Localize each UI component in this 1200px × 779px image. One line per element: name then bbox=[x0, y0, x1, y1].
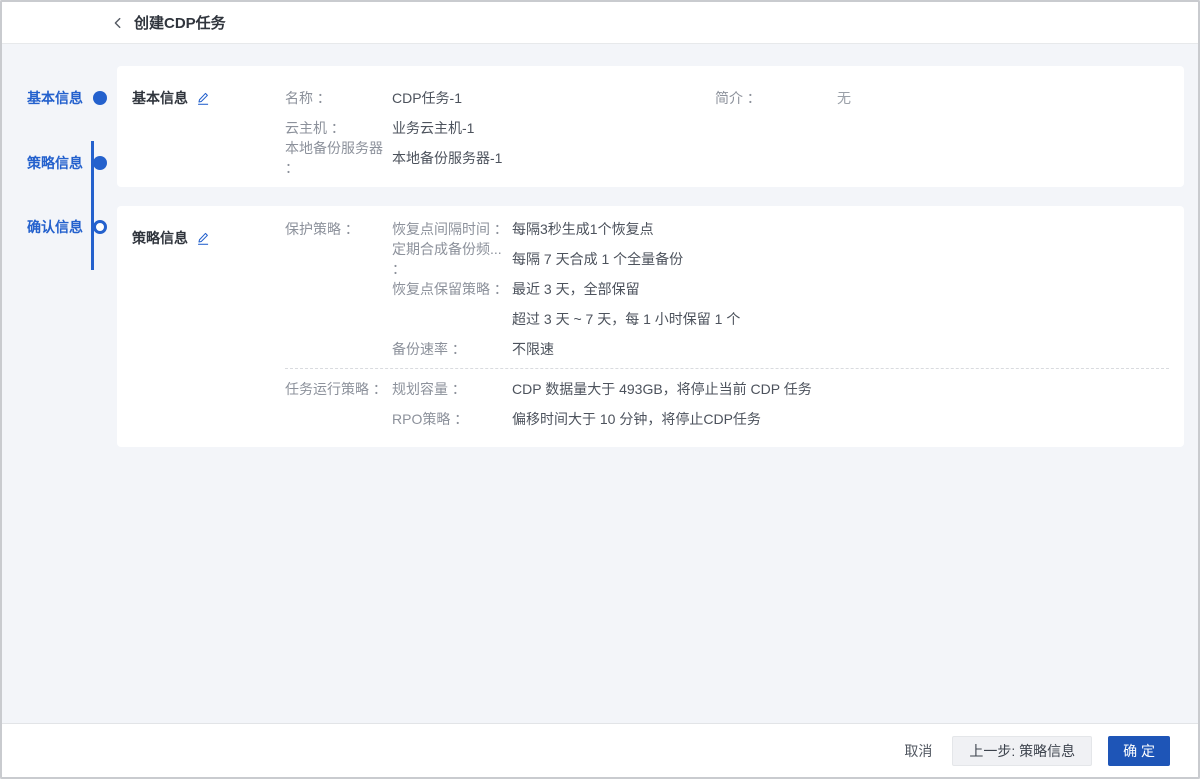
field-value: 每隔 7 天合成 1 个全量备份 bbox=[512, 249, 683, 269]
run-policy-group-label: 任务运行策略 ： bbox=[285, 374, 387, 404]
step-label: 策略信息 bbox=[27, 153, 85, 173]
field-row: 简介 ： 无 bbox=[715, 83, 851, 113]
footer-action-bar: 取消 上一步: 策略信息 确 定 bbox=[2, 723, 1198, 777]
field-row: 恢复点保留策略 ： 最近 3 天，全部保留 bbox=[392, 274, 1169, 304]
field-value: CDP 数据量大于 493GB，将停止当前 CDP 任务 bbox=[512, 379, 812, 399]
edit-basic-info-icon[interactable] bbox=[196, 91, 210, 106]
basic-info-card: 基本信息 名称 ： CDP任务-1 云主机 ： 业务云主机-1 本地备份服务器 … bbox=[117, 66, 1184, 187]
protect-policy-rows: 恢复点间隔时间 ： 每隔3秒生成1个恢复点 定期合成备份频... ： 每隔 7 … bbox=[392, 214, 1169, 364]
cancel-button[interactable]: 取消 bbox=[900, 736, 936, 766]
back-icon[interactable] bbox=[108, 13, 128, 33]
field-value: 不限速 bbox=[512, 339, 554, 359]
field-row: 备份速率 ： 不限速 bbox=[392, 334, 1169, 364]
field-label: 名称 ： bbox=[285, 88, 392, 108]
section-divider bbox=[285, 368, 1169, 369]
field-value: 偏移时间大于 10 分钟，将停止CDP任务 bbox=[512, 409, 761, 429]
basic-info-fields: 名称 ： CDP任务-1 云主机 ： 业务云主机-1 本地备份服务器 ： 本地备… bbox=[285, 83, 502, 173]
field-label: RPO策略 ： bbox=[392, 409, 512, 429]
field-label: 恢复点保留策略 ： bbox=[392, 279, 512, 299]
step-label: 确认信息 bbox=[27, 217, 85, 237]
field-value: 超过 3 天 ~ 7 天，每 1 小时保留 1 个 bbox=[512, 309, 740, 329]
wizard-stepper: 基本信息 策略信息 确认信息 bbox=[2, 45, 112, 345]
basic-card-title: 基本信息 bbox=[132, 88, 188, 108]
create-cdp-task-page: 创建CDP任务 基本信息 策略信息 确认信息 基本信息 名称 ： CDP任务- bbox=[0, 0, 1200, 779]
step-dot-filled-icon bbox=[93, 91, 107, 105]
field-value: 最近 3 天，全部保留 bbox=[512, 279, 640, 299]
run-policy-rows: 规划容量 ： CDP 数据量大于 493GB，将停止当前 CDP 任务 RPO策… bbox=[392, 374, 1169, 434]
step-dot-open-icon bbox=[93, 220, 107, 234]
previous-step-button[interactable]: 上一步: 策略信息 bbox=[952, 736, 1092, 766]
step-dot-filled-icon bbox=[93, 156, 107, 170]
step-label: 基本信息 bbox=[27, 88, 85, 108]
protect-policy-group-label: 保护策略 ： bbox=[285, 214, 359, 244]
field-label: 简介 ： bbox=[715, 88, 837, 108]
field-value: 本地备份服务器-1 bbox=[392, 148, 502, 168]
field-label: 恢复点间隔时间 ： bbox=[392, 219, 512, 239]
policy-card-title: 策略信息 bbox=[132, 228, 188, 248]
step-policy-info[interactable]: 策略信息 bbox=[27, 148, 107, 178]
field-value: 每隔3秒生成1个恢复点 bbox=[512, 219, 654, 239]
confirm-button[interactable]: 确 定 bbox=[1108, 736, 1170, 766]
field-row: 规划容量 ： CDP 数据量大于 493GB，将停止当前 CDP 任务 bbox=[392, 374, 1169, 404]
page-header: 创建CDP任务 bbox=[2, 2, 1198, 44]
field-label: 规划容量 ： bbox=[392, 379, 512, 399]
field-row: 名称 ： CDP任务-1 bbox=[285, 83, 502, 113]
field-value: 业务云主机-1 bbox=[392, 118, 474, 138]
step-confirm-info[interactable]: 确认信息 bbox=[27, 212, 107, 242]
field-row: 超过 3 天 ~ 7 天，每 1 小时保留 1 个 bbox=[392, 304, 1169, 334]
step-basic-info[interactable]: 基本信息 bbox=[27, 83, 107, 113]
field-label: 云主机 ： bbox=[285, 118, 392, 138]
field-value: CDP任务-1 bbox=[392, 88, 462, 108]
field-row: 本地备份服务器 ： 本地备份服务器-1 bbox=[285, 143, 502, 173]
policy-info-card: 策略信息 保护策略 ： 恢复点间隔时间 ： 每隔3秒生成1个恢复点 定期合成备份… bbox=[117, 206, 1184, 447]
field-value: 无 bbox=[837, 88, 851, 108]
basic-info-side-field: 简介 ： 无 bbox=[715, 83, 851, 113]
field-row: RPO策略 ： 偏移时间大于 10 分钟，将停止CDP任务 bbox=[392, 404, 1169, 434]
field-label: 定期合成备份频... ： bbox=[392, 239, 512, 279]
page-title: 创建CDP任务 bbox=[134, 12, 226, 33]
edit-policy-info-icon[interactable] bbox=[196, 231, 210, 246]
field-label: 备份速率 ： bbox=[392, 339, 512, 359]
field-row: 定期合成备份频... ： 每隔 7 天合成 1 个全量备份 bbox=[392, 244, 1169, 274]
field-label: 本地备份服务器 ： bbox=[285, 138, 392, 178]
